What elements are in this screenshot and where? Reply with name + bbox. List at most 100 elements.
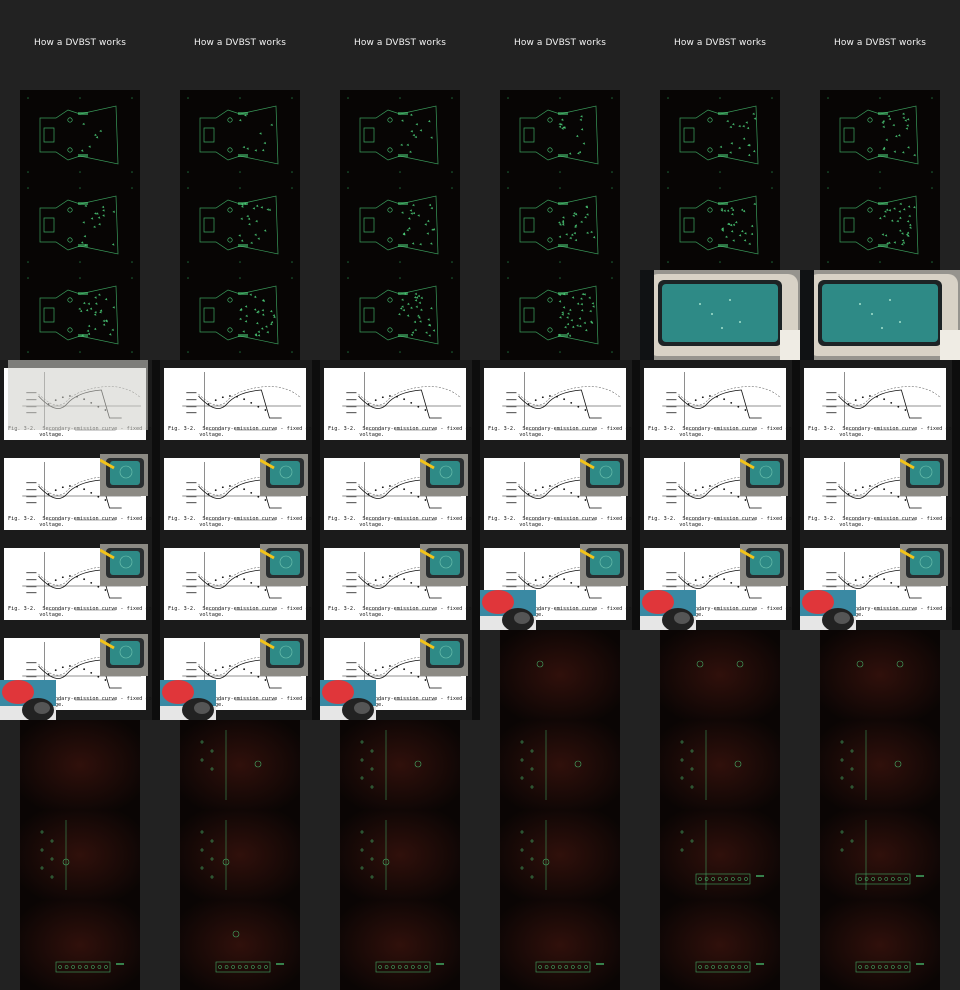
crt-frame [500,270,620,360]
red-crt-frame [340,900,460,990]
crt-frame [180,90,300,180]
graph-sideband [952,540,960,630]
graph-sideband [952,360,960,450]
graph-frame: Fig. 3-2. Secondary-emission curve - fix… [0,450,160,540]
graph-card: Fig. 3-2. Secondary-emission curve - fix… [644,368,800,440]
graph-sideband [632,450,640,540]
column-title-2: How a DVBST works [193,38,287,48]
graph-frame: Fig. 3-2. Secondary-emission curve - fix… [640,540,800,630]
graph-caption: Fig. 3-2. Secondary-emission curve - fix… [648,516,800,528]
terminal-inset [260,634,308,676]
graph-sideband [472,540,480,630]
graph-sideband [312,630,320,720]
graph-caption: Fig. 3-2. Secondary-emission curve - fix… [168,426,320,438]
terminal-inset [900,454,948,496]
terminal-inset [740,454,788,496]
graph-frame: Fig. 3-2. Secondary-emission curve - fix… [480,360,640,450]
crt-frame [20,90,140,180]
graph-caption: Fig. 3-2. Secondary-emission curve - fix… [488,516,640,528]
graph-frame: Fig. 3-2. Secondary-emission curve - fix… [640,450,800,540]
crt-frame [820,180,940,270]
graph-sideband [952,450,960,540]
crt-frame [340,270,460,360]
red-crt-frame [340,720,460,810]
graph-sideband [472,450,480,540]
graph-sideband [152,540,160,630]
crt-frame [500,180,620,270]
graph-caption: Fig. 3-2. Secondary-emission curve - fix… [328,516,480,528]
graph-frame: Fig. 3-2. Secondary-emission curve - fix… [160,540,320,630]
crt-frame [20,270,140,360]
terminal-inset [740,544,788,586]
graph-frame: Fig. 3-2. Secondary-emission curve - fix… [800,540,960,630]
graph-card: Fig. 3-2. Secondary-emission curve - fix… [484,368,640,440]
graph-frame: Fig. 3-2. Secondary-emission curve - fix… [800,360,960,450]
graph-frame: Fig. 3-2. Secondary-emission curve - fix… [0,540,160,630]
red-crt-frame [660,630,780,720]
graph-card: Fig. 3-2. Secondary-emission curve - fix… [324,368,480,440]
crt-frame [820,90,940,180]
terminal-inset [100,454,148,496]
graph-sideband [312,360,320,450]
graph-card: Fig. 3-2. Secondary-emission curve - fix… [164,368,320,440]
terminal-photo [800,270,960,360]
graph-frame: Fig. 3-2. Secondary-emission curve - fix… [320,540,480,630]
graph-caption: Fig. 3-2. Secondary-emission curve - fix… [648,426,800,438]
presenter-inset [640,590,696,630]
graph-sideband [632,540,640,630]
graph-frame: Fig. 3-2. Secondary-emission curve - fix… [480,450,640,540]
graph-frame: Fig. 3-2. Secondary-emission curve - fix… [320,450,480,540]
crt-frame [660,180,780,270]
red-crt-frame [820,900,940,990]
red-crt-frame [20,900,140,990]
terminal-inset [580,544,628,586]
graph-frame: Fig. 3-2. Secondary-emission curve - fix… [0,630,160,720]
column-title-6: How a DVBST works [833,38,927,48]
crt-frame [180,180,300,270]
red-crt-frame [500,630,620,720]
graph-card: Fig. 3-2. Secondary-emission curve - fix… [804,368,960,440]
graph-sideband [472,630,480,720]
red-crt-frame [820,720,940,810]
terminal-inset [100,544,148,586]
presenter-inset [480,590,536,630]
graph-sideband [792,360,800,450]
graph-frame: Fig. 3-2. Secondary-emission curve - fix… [160,450,320,540]
red-crt-frame [500,720,620,810]
graph-frame: Fig. 3-2. Secondary-emission curve - fix… [320,630,480,720]
crt-frame [660,90,780,180]
fade-overlay [8,360,148,430]
column-title-3: How a DVBST works [353,38,447,48]
red-crt-frame [180,810,300,900]
red-crt-frame [820,810,940,900]
presenter-inset [800,590,856,630]
column-title-4: How a DVBST works [513,38,607,48]
red-crt-frame [20,720,140,810]
graph-sideband [792,540,800,630]
graph-caption: Fig. 3-2. Secondary-emission curve - fix… [168,516,320,528]
red-crt-frame [180,900,300,990]
presenter-inset [0,680,56,720]
graph-frame: Fig. 3-2. Secondary-emission curve - fix… [320,360,480,450]
terminal-inset [580,454,628,496]
red-crt-frame [660,810,780,900]
crt-frame [20,180,140,270]
column-title-5: How a DVBST works [673,38,767,48]
graph-sideband [472,360,480,450]
graph-sideband [792,450,800,540]
red-crt-frame [660,720,780,810]
terminal-inset [420,544,468,586]
terminal-inset [260,544,308,586]
red-crt-frame [820,630,940,720]
graph-frame: Fig. 3-2. Secondary-emission curve - fix… [800,450,960,540]
terminal-inset [260,454,308,496]
graph-caption: Fig. 3-2. Secondary-emission curve - fix… [808,426,960,438]
graph-caption: Fig. 3-2. Secondary-emission curve - fix… [8,516,160,528]
red-crt-frame [660,900,780,990]
red-crt-frame [180,720,300,810]
red-crt-frame [500,810,620,900]
red-crt-frame [340,810,460,900]
graph-sideband [312,540,320,630]
graph-frame: Fig. 3-2. Secondary-emission curve - fix… [480,540,640,630]
red-crt-frame [20,810,140,900]
